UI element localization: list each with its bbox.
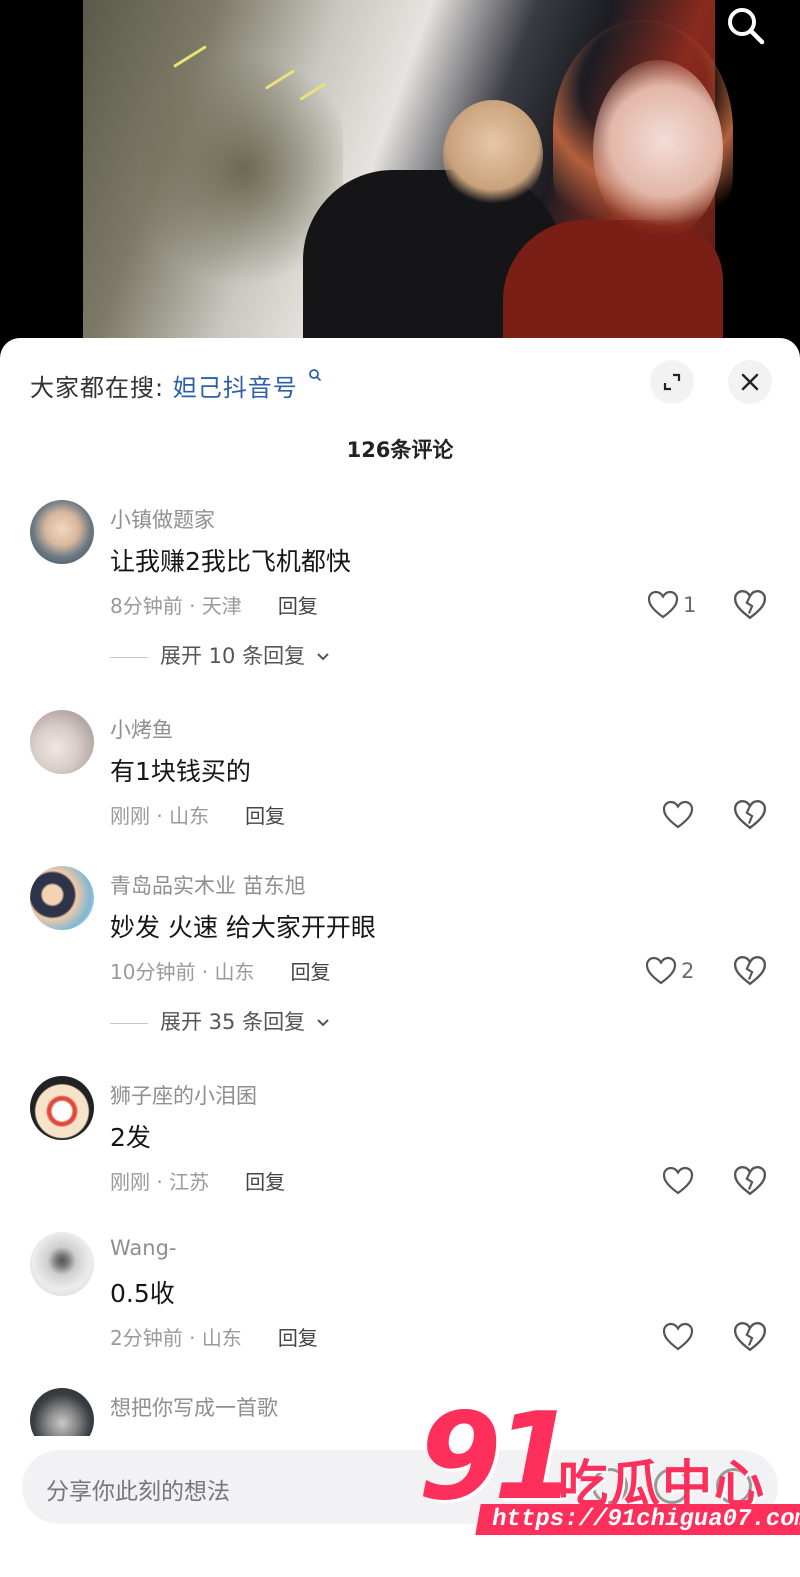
- comment-username[interactable]: 狮子座的小泪囷: [110, 1080, 257, 1110]
- input-placeholder: 分享你此刻的想法: [46, 1479, 230, 1505]
- like-button[interactable]: [662, 798, 694, 832]
- trending-search: 大家都在搜: 妲己抖音号: [30, 368, 322, 403]
- expand-replies[interactable]: 展开 10 条回复: [110, 640, 330, 670]
- heart-icon: [662, 800, 694, 829]
- reply-button[interactable]: 回复: [245, 1166, 285, 1195]
- comment-time: 刚刚: [110, 804, 150, 828]
- comment-item: 小镇做题家 让我赚2我比飞机都快 8分钟前 · 天津 回复 1 展开 10 条回复: [0, 500, 800, 680]
- divider: [110, 1022, 148, 1024]
- close-icon: [741, 373, 759, 391]
- comment-username[interactable]: 想把你写成一首歌: [110, 1392, 278, 1422]
- person-left-face: [443, 100, 543, 210]
- comment-item: Wang- 0.5收 2分钟前 · 山东 回复: [0, 1232, 800, 1362]
- watermark-number: 91: [418, 1388, 577, 1527]
- broken-heart-icon[interactable]: [733, 588, 767, 622]
- heart-icon: [647, 590, 679, 619]
- comment-time: 8分钟前: [110, 594, 183, 618]
- comment-meta: 8分钟前 · 天津 回复: [110, 590, 318, 619]
- broken-heart-icon[interactable]: [733, 1320, 767, 1354]
- comment-time: 2分钟前: [110, 1326, 183, 1350]
- comment-meta: 刚刚 · 山东 回复: [110, 800, 285, 829]
- reply-button[interactable]: 回复: [278, 590, 318, 619]
- comment-text: 让我赚2我比飞机都快: [110, 547, 351, 576]
- expand-replies[interactable]: 展开 35 条回复: [110, 1006, 330, 1036]
- heart-icon: [662, 1166, 694, 1195]
- comment-item: 青岛品实木业 苗东旭 妙发 火速 给大家开开眼 10分钟前 · 山东 回复 2 展…: [0, 866, 800, 1046]
- person-right-body: [503, 220, 723, 350]
- comment-item: 小烤鱼 有1块钱买的 刚刚 · 山东 回复: [0, 710, 800, 840]
- comment-time: 刚刚: [110, 1170, 150, 1194]
- comment-sheet: 大家都在搜: 妲己抖音号 126条评论 小镇做题家 让我赚2我比飞机都快 8分钟…: [0, 338, 800, 1577]
- like-count: 2: [681, 959, 695, 983]
- expand-button[interactable]: [650, 360, 694, 404]
- like-button[interactable]: [662, 1164, 694, 1198]
- comment-location: 山东: [214, 960, 255, 984]
- heart-icon: [662, 1322, 694, 1351]
- comment-location: 山东: [169, 804, 210, 828]
- comment-text: 有1块钱买的: [110, 757, 251, 786]
- comment-time: 10分钟前: [110, 960, 196, 984]
- close-button[interactable]: [728, 360, 772, 404]
- reply-button[interactable]: 回复: [245, 800, 285, 829]
- video-player[interactable]: [0, 0, 800, 350]
- trending-link[interactable]: 妲己抖音号: [173, 374, 298, 402]
- comment-username[interactable]: 青岛品实木业 苗东旭: [110, 870, 306, 900]
- avatar[interactable]: [30, 710, 94, 774]
- trending-prefix: 大家都在搜:: [30, 374, 165, 402]
- person-right-face: [593, 60, 723, 240]
- comment-username[interactable]: Wang-: [110, 1236, 177, 1260]
- heart-icon: [645, 956, 677, 985]
- expand-icon: [663, 373, 681, 391]
- avatar[interactable]: [30, 500, 94, 564]
- expand-replies-label: 展开 35 条回复: [160, 1010, 306, 1034]
- video-frame: [83, 0, 733, 350]
- search-icon[interactable]: [724, 4, 768, 48]
- like-button[interactable]: 1: [647, 588, 696, 622]
- reply-button[interactable]: 回复: [291, 956, 331, 985]
- watermark-url: https://91chigua07.com: [475, 1504, 800, 1535]
- broken-heart-icon[interactable]: [733, 798, 767, 832]
- search-small-icon: [309, 369, 322, 382]
- comment-item: 狮子座的小泪囷 2发 刚刚 · 江苏 回复: [0, 1076, 800, 1206]
- comment-username[interactable]: 小镇做题家: [110, 504, 215, 534]
- avatar[interactable]: [30, 1076, 94, 1140]
- watermark: 91 吃瓜中心 https://91chigua07.com: [418, 1398, 800, 1564]
- broken-heart-icon[interactable]: [733, 954, 767, 988]
- like-button[interactable]: [662, 1320, 694, 1354]
- comment-meta: 10分钟前 · 山东 回复: [110, 956, 331, 985]
- comment-count: 126条评论: [346, 438, 454, 462]
- comment-text: 妙发 火速 给大家开开眼: [110, 913, 376, 942]
- expand-replies-label: 展开 10 条回复: [160, 644, 306, 668]
- broken-heart-icon[interactable]: [733, 1164, 767, 1198]
- reply-button[interactable]: 回复: [278, 1322, 318, 1351]
- comment-meta: 刚刚 · 江苏 回复: [110, 1166, 285, 1195]
- chevron-down-icon: [317, 653, 329, 661]
- chevron-down-icon: [317, 1019, 329, 1027]
- comment-username[interactable]: 小烤鱼: [110, 714, 173, 744]
- comment-location: 江苏: [169, 1170, 210, 1194]
- comment-meta: 2分钟前 · 山东 回复: [110, 1322, 318, 1351]
- like-count: 1: [683, 593, 697, 617]
- divider: [110, 656, 148, 658]
- avatar[interactable]: [30, 866, 94, 930]
- comment-location: 山东: [201, 1326, 242, 1350]
- comment-text: 0.5收: [110, 1279, 175, 1308]
- sheet-header: 大家都在搜: 妲己抖音号: [0, 338, 800, 428]
- comment-text: 2发: [110, 1123, 151, 1152]
- like-button[interactable]: 2: [645, 954, 694, 988]
- avatar[interactable]: [30, 1232, 94, 1296]
- comment-location: 天津: [201, 594, 242, 618]
